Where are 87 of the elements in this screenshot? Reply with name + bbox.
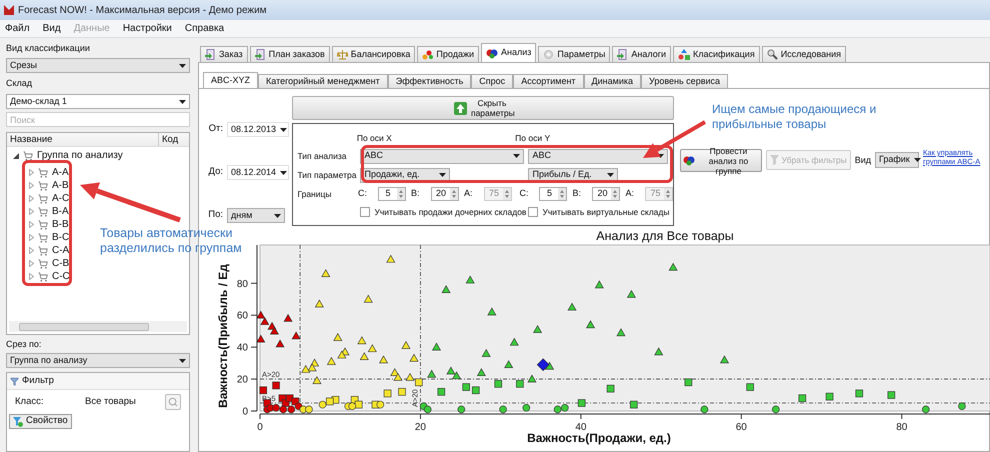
axis-title: Важность(Продажи, ед.) bbox=[527, 431, 671, 445]
chart-title: Анализ для Все товары bbox=[596, 229, 734, 243]
tab[interactable]: Спрос bbox=[471, 74, 514, 88]
axis-title: Важность(Прибыль / Ед bbox=[216, 264, 230, 408]
dropdown[interactable]: дням bbox=[227, 208, 285, 223]
field-label: По: bbox=[207, 208, 223, 222]
dropdown[interactable]: 08.12.2014 bbox=[227, 165, 289, 180]
search-field[interactable]: Поиск bbox=[6, 112, 190, 127]
axis-tick-label: 0 bbox=[242, 406, 248, 418]
field-label: A: bbox=[625, 187, 635, 200]
tab[interactable]: Эффективность bbox=[388, 74, 472, 88]
axis-tick-label: 0 bbox=[257, 422, 263, 433]
tab[interactable]: Анализ bbox=[481, 43, 536, 62]
column-header: По оси Y bbox=[515, 132, 552, 144]
field-label: До: bbox=[208, 165, 223, 180]
tree-item[interactable]: A-A bbox=[52, 165, 69, 180]
tab[interactable]: Исследования bbox=[762, 46, 846, 62]
menu-item[interactable]: Вид bbox=[42, 21, 61, 36]
column-header[interactable]: Код bbox=[159, 133, 189, 146]
hide-parameters-button[interactable]: Скрыть параметры bbox=[292, 96, 674, 120]
tab[interactable]: Аналоги bbox=[612, 46, 672, 62]
spin-field[interactable]: 5 bbox=[378, 187, 406, 201]
field-label: Срез по: bbox=[6, 338, 42, 351]
menu-item[interactable]: Файл bbox=[5, 21, 30, 36]
window-title: Forecast NOW! - Максимальная версия - Демо режим bbox=[18, 4, 267, 18]
property-button[interactable]: Свойство bbox=[9, 414, 72, 429]
field-label: Границы bbox=[297, 188, 332, 200]
axis-tick-label: 40 bbox=[575, 422, 586, 433]
field-label: C: bbox=[358, 187, 368, 200]
spin-field[interactable]: 20 bbox=[592, 187, 620, 201]
field-label: Вид bbox=[854, 154, 871, 167]
tree-item[interactable]: B-A bbox=[52, 204, 69, 219]
tab[interactable]: Параметры bbox=[538, 46, 610, 62]
tab[interactable]: Балансировка bbox=[332, 46, 416, 62]
callout-text: Товары автоматически разделились по группам bbox=[99, 226, 243, 256]
tree-item[interactable]: Группа по анализу bbox=[37, 148, 123, 163]
dropdown[interactable]: ABC bbox=[360, 148, 524, 164]
column-header: По оси X bbox=[356, 132, 393, 144]
tab[interactable]: Уровень сервиса bbox=[641, 74, 728, 88]
spin-field[interactable]: 5 bbox=[539, 187, 568, 201]
menu-item[interactable]: Настройки bbox=[122, 21, 172, 36]
checkbox-label: Учитывать виртуальные склады bbox=[542, 206, 670, 218]
axis-tick-label: 60 bbox=[736, 422, 747, 433]
tree-item[interactable]: B-B bbox=[52, 217, 69, 232]
axis-tick-label: 40 bbox=[236, 342, 248, 354]
axis-tick-label: 60 bbox=[236, 310, 248, 322]
dropdown[interactable]: Демо-склад 1 bbox=[6, 94, 190, 109]
field-label: A: bbox=[464, 187, 474, 200]
field-label: Тип параметра bbox=[297, 168, 358, 182]
dropdown[interactable]: График bbox=[875, 152, 919, 168]
menu-item[interactable]: Справка bbox=[184, 21, 224, 36]
field-label: B: bbox=[572, 187, 582, 200]
field-label: B: bbox=[411, 187, 421, 200]
tab[interactable]: Заказ bbox=[200, 46, 248, 62]
panel-title: Фильтр bbox=[22, 374, 54, 388]
field-value: Все товары bbox=[85, 394, 137, 409]
dropdown[interactable]: Срезы bbox=[6, 58, 190, 73]
tab[interactable]: Динамика bbox=[584, 74, 642, 88]
dropdown[interactable]: 08.12.2013 bbox=[227, 122, 289, 137]
field-label: От: bbox=[208, 122, 223, 136]
tree-item[interactable]: A-B bbox=[52, 178, 69, 193]
field-label: C: bbox=[519, 187, 530, 200]
tree-item[interactable]: C-C bbox=[52, 269, 70, 284]
dropdown[interactable]: Группа по анализу bbox=[6, 353, 190, 368]
tree-item[interactable]: C-B bbox=[52, 256, 70, 271]
field-label: Склад bbox=[6, 77, 34, 90]
column-header[interactable]: Название bbox=[7, 133, 159, 146]
field-label: Вид классификации bbox=[6, 42, 91, 55]
tree-item[interactable]: A-C bbox=[52, 191, 70, 206]
axis-tick-label: 20 bbox=[236, 374, 248, 386]
checkbox-label: Учитывать продажи дочерних складов bbox=[374, 206, 526, 218]
tab[interactable]: Класификация bbox=[673, 46, 760, 62]
spin-field[interactable]: 20 bbox=[431, 187, 460, 201]
axis-tick-label: 20 bbox=[414, 422, 426, 433]
tree-item[interactable]: C-A bbox=[52, 243, 70, 258]
dropdown[interactable]: ABC bbox=[528, 148, 668, 164]
tab[interactable]: Ассортимент bbox=[513, 74, 584, 88]
tab[interactable]: ABC-XYZ bbox=[203, 72, 258, 88]
tree-item[interactable]: B-C bbox=[52, 230, 70, 245]
axis-tick-label: 80 bbox=[896, 422, 908, 433]
tab[interactable]: Категорийный менеджмент bbox=[258, 74, 388, 88]
axis-tick-label: 80 bbox=[236, 278, 248, 290]
field-label: Класс: bbox=[15, 394, 44, 409]
tab[interactable]: План заказов bbox=[250, 46, 330, 62]
tab[interactable]: Продажи bbox=[417, 46, 479, 62]
callout-text: Ищем самые продающиеся и прибыльные товары bbox=[712, 102, 878, 132]
field-label: Тип анализа bbox=[297, 150, 348, 162]
